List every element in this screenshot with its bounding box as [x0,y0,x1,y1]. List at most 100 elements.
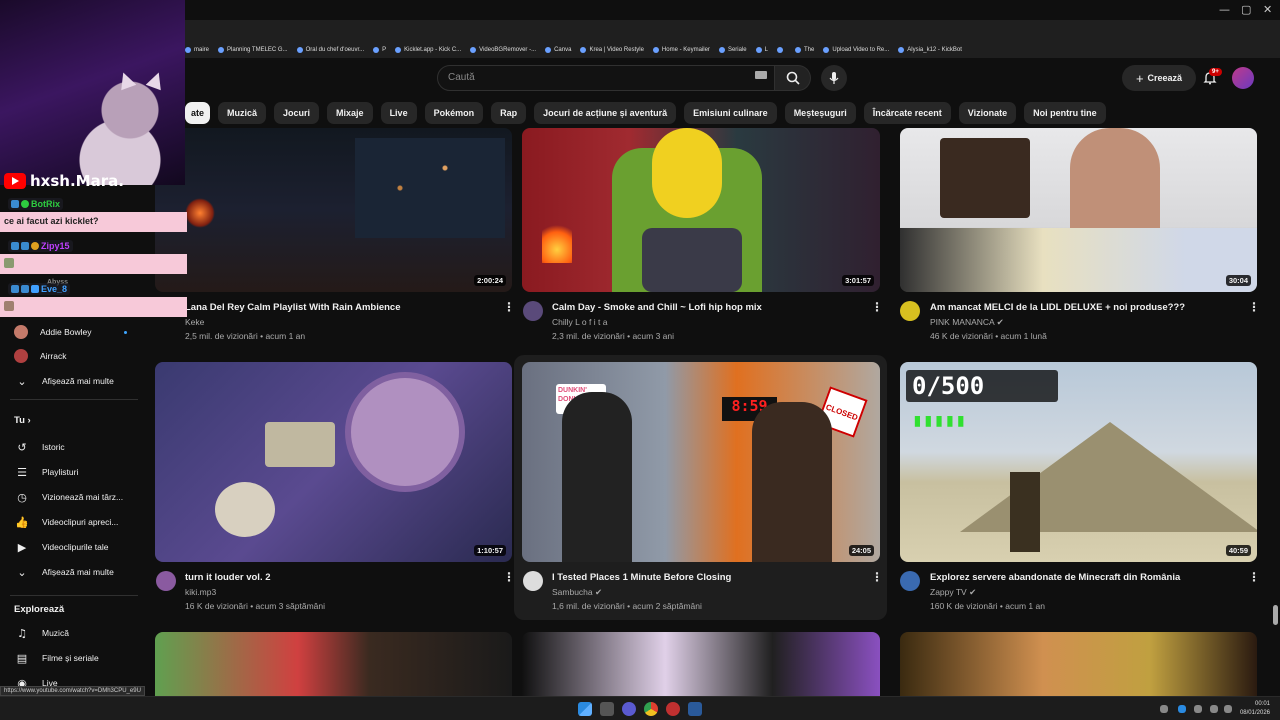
channel-name[interactable]: Zappy TV ✔ [930,587,976,598]
bookmark-item[interactable] [776,47,786,53]
channel-name[interactable]: kiki.mp3 [185,587,216,597]
video-thumbnail[interactable]: 1:10:57 [155,362,512,562]
channel-avatar[interactable] [156,571,176,591]
video-title[interactable]: turn it louder vol. 2 [185,572,271,583]
you-section-heading[interactable]: Tu › [14,415,31,426]
bookmark-item[interactable]: P [373,47,386,53]
sidebar-item-playlist[interactable]: ☰ Playlisturi [14,465,78,479]
filter-chip[interactable]: Live [380,102,417,124]
more-options-icon[interactable]: ⋮ [503,570,515,584]
video-title[interactable]: I Tested Places 1 Minute Before Closing [552,572,731,583]
filter-chip[interactable]: Rap [491,102,527,124]
discord-icon[interactable] [622,702,636,716]
sidebar-show-more-subs[interactable]: ⌄ Afișează mai multe [14,374,113,388]
bookmark-item[interactable]: Oral du chef d'oeuvr... [296,47,364,53]
filter-chip[interactable]: Pokémon [424,102,484,124]
video-thumbnail[interactable]: 2:00:24 [155,128,512,292]
bookmark-item[interactable]: Alysia_k12 - KickBot [898,47,962,53]
your-videos-icon: ▶ [17,540,27,554]
system-clock[interactable]: 00:01 08/01/2026 [1240,700,1270,718]
video-thumbnail[interactable]: 30:04 [900,128,1257,292]
channel-name[interactable]: Sambucha ✔ [552,587,602,598]
channel-avatar[interactable] [523,571,543,591]
file-explorer-icon[interactable] [600,702,614,716]
filter-chip[interactable]: Muzică [218,102,267,124]
bookmark-item[interactable]: Home - Keymailer [652,47,710,53]
scrollbar-thumb[interactable] [1273,605,1278,625]
video-title[interactable]: Calm Day - Smoke and Chill ~ Lofi hip ho… [552,302,762,313]
video-title[interactable]: Am mancat MELCI de la LIDL DELUXE + noi … [930,302,1185,313]
sidebar-sub-addie-bowley[interactable]: Addie Bowley [14,325,127,339]
search-input[interactable]: Caută [437,65,775,91]
close-icon[interactable]: ✕ [1263,3,1272,16]
tray-app-icon[interactable] [1178,705,1186,713]
filter-chip[interactable]: Noi pentru tine [1024,102,1106,124]
app-icon[interactable] [666,702,680,716]
video-thumbnail[interactable]: DUNKIN' DONUTS 8:59 CLOSED 24:05 [522,362,880,562]
voice-search-button[interactable] [821,65,847,91]
search-button[interactable] [775,65,811,91]
sidebar-item-history[interactable]: ↺ Istoric [14,440,64,454]
bookmark-item[interactable]: Seriale [718,47,747,53]
video-title[interactable]: Explorez servere abandonate de Minecraft… [930,572,1180,583]
filter-chip[interactable]: Vizionate [958,102,1017,124]
sidebar-item-film[interactable]: ▤ Filme și seriale [14,651,99,665]
wifi-icon[interactable] [1194,705,1202,713]
sidebar-item-your-videos[interactable]: ▶ Videoclipurile tale [14,540,109,554]
channel-name[interactable]: Chilly L o f i t a [552,317,607,327]
volume-icon[interactable] [1210,705,1218,713]
sidebar-item-thumbs-up[interactable]: 👍 Videoclipuri apreci... [14,515,118,529]
sidebar-sub-airrack[interactable]: Airrack [14,349,66,363]
more-options-icon[interactable]: ⋮ [1248,570,1260,584]
tray-chevron-icon[interactable] [1160,705,1168,713]
channel-name[interactable]: PINK MANANCA ✔ [930,317,1004,328]
minimize-icon[interactable]: — [1219,3,1230,16]
filter-chip[interactable]: Emisiuni culinare [684,102,777,124]
account-avatar[interactable] [1232,67,1254,89]
filter-chip[interactable]: Încărcate recent [863,102,951,124]
more-options-icon[interactable]: ⋮ [871,300,883,314]
video-thumbnail[interactable]: 3:01:57 [522,128,880,292]
bookmark-item[interactable]: VideoBGRemover -... [470,47,536,53]
bookmark-item[interactable]: Canva [545,47,571,53]
bookmark-item[interactable]: Planning TMELEC G... [218,47,288,53]
more-options-icon[interactable]: ⋮ [1248,300,1260,314]
filter-chip[interactable]: Jocuri de acțiune și aventură [534,102,677,124]
bookmark-item[interactable]: Krea | Video Restyle [580,47,644,53]
bookmark-item[interactable]: Upload Video to Re... [823,47,889,53]
maximize-icon[interactable]: ▢ [1241,3,1251,16]
battery-icon[interactable] [1224,705,1232,713]
filter-chip[interactable]: Meșteșuguri [784,102,856,124]
bookmark-item[interactable]: Kicklet.app - Kick C... [395,47,461,53]
filter-chip[interactable]: Mixaje [327,102,373,124]
address-bar[interactable]: ⋮ [0,20,1280,56]
sidebar-item-music[interactable]: ♫ Muzică [14,626,69,640]
steam-icon[interactable] [688,702,702,716]
video-thumbnail[interactable] [900,632,1257,696]
more-options-icon[interactable]: ⋮ [871,570,883,584]
duration-badge: 40:59 [1225,545,1251,556]
keyboard-icon[interactable] [755,71,767,79]
bookmark-item[interactable]: The [794,47,814,53]
video-thumbnail[interactable] [155,632,512,696]
chrome-icon[interactable] [644,702,658,716]
windows-start-icon[interactable] [578,702,592,716]
sidebar-item-clock[interactable]: ◷ Vizionează mai târz... [14,490,123,504]
video-thumbnail[interactable]: 0/500 ▮▮▮▮▮ 40:59 [900,362,1257,562]
filter-chip[interactable]: ate [185,102,211,124]
channel-name[interactable]: Keke [185,317,204,327]
channel-avatar[interactable] [900,301,920,321]
more-options-icon[interactable]: ⋮ [503,300,515,314]
create-button[interactable]: + Creează [1122,65,1196,91]
filter-chip[interactable]: Jocuri [274,102,320,124]
bookmark-item[interactable]: L [755,47,768,53]
channel-avatar[interactable] [523,301,543,321]
video-thumbnail[interactable] [522,632,880,696]
channel-avatar[interactable] [900,571,920,591]
sidebar-item-label: Airrack [40,351,67,361]
bookmark-item[interactable]: maire [185,47,209,53]
webcam-feed [0,0,185,185]
sidebar-item-chevron-down[interactable]: ⌄ Afișează mai multe [14,565,113,579]
verified-icon: ✔ [595,587,603,597]
video-title[interactable]: Lana Del Rey Calm Playlist With Rain Amb… [185,302,401,313]
